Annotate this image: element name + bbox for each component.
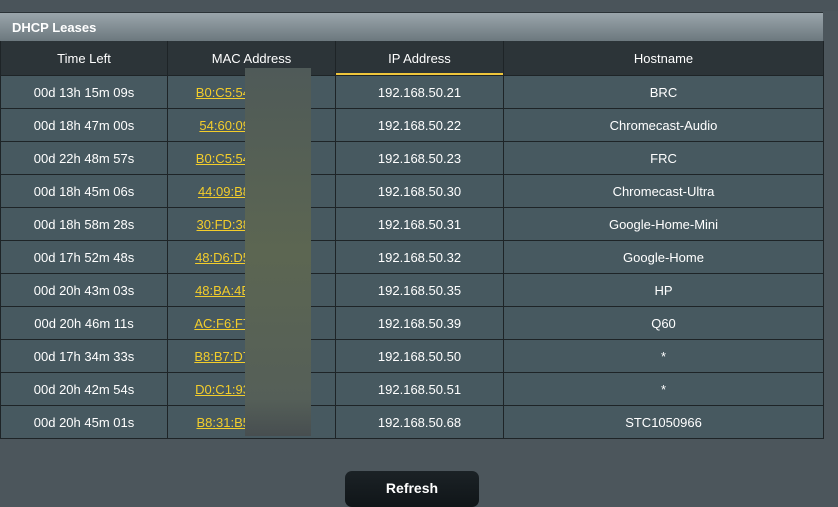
table-row: 00d 20h 42m 54s D0:C1:93 192.168.50.51 * <box>0 372 824 406</box>
time-left-cell: 00d 20h 42m 54s <box>0 372 168 406</box>
column-header-time-left[interactable]: Time Left <box>0 41 168 76</box>
hostname-cell: Q60 <box>503 306 824 340</box>
mac-address-link[interactable]: 30:FD:38 <box>168 217 250 232</box>
mac-address-link[interactable]: B0:C5:54 <box>168 85 250 100</box>
ip-address-cell: 192.168.50.50 <box>335 339 504 373</box>
time-left-cell: 00d 22h 48m 57s <box>0 141 168 175</box>
mac-address-link[interactable]: B8:31:B5 <box>168 415 251 430</box>
ip-address-cell: 192.168.50.68 <box>335 405 504 439</box>
ip-address-cell: 192.168.50.22 <box>335 108 504 142</box>
mac-address-link[interactable]: B8:B7:D7 <box>168 349 250 364</box>
table-row: 00d 13h 15m 09s B0:C5:54 192.168.50.21 B… <box>0 75 824 109</box>
mac-address-link[interactable]: 44:09:B8 <box>168 184 250 199</box>
ip-address-cell: 192.168.50.32 <box>335 240 504 274</box>
ip-address-cell: 192.168.50.30 <box>335 174 504 208</box>
ip-address-cell: 192.168.50.31 <box>335 207 504 241</box>
column-header-hostname[interactable]: Hostname <box>503 41 824 76</box>
table-row: 00d 17h 34m 33s B8:B7:D7 192.168.50.50 * <box>0 339 824 373</box>
table-row: 00d 20h 45m 01s B8:31:B5 192.168.50.68 S… <box>0 405 824 439</box>
ip-address-cell: 192.168.50.39 <box>335 306 504 340</box>
mac-address-link[interactable]: 48:D6:D5 <box>168 250 250 265</box>
mac-address-link[interactable]: B0:C5:54 <box>168 151 250 166</box>
time-left-cell: 00d 20h 46m 11s <box>0 306 168 340</box>
table-row: 00d 20h 43m 03s 48:BA:4E 192.168.50.35 H… <box>0 273 824 307</box>
column-header-ip-address[interactable]: IP Address <box>335 41 504 76</box>
redaction-blur <box>245 68 311 436</box>
panel-title: DHCP Leases <box>0 12 823 41</box>
hostname-cell: Chromecast-Audio <box>503 108 824 142</box>
table-row: 00d 18h 58m 28s 30:FD:38 192.168.50.31 G… <box>0 207 824 241</box>
time-left-cell: 00d 17h 52m 48s <box>0 240 168 274</box>
ip-address-cell: 192.168.50.23 <box>335 141 504 175</box>
refresh-button[interactable]: Refresh <box>345 471 479 507</box>
hostname-cell: BRC <box>503 75 824 109</box>
table-row: 00d 22h 48m 57s B0:C5:54 192.168.50.23 F… <box>0 141 824 175</box>
hostname-cell: Chromecast-Ultra <box>503 174 824 208</box>
hostname-cell: HP <box>503 273 824 307</box>
hostname-cell: STC1050966 <box>503 405 824 439</box>
mac-address-link[interactable]: D0:C1:93 <box>168 382 250 397</box>
mac-address-link[interactable]: 54:60:09 <box>168 118 250 133</box>
hostname-cell: FRC <box>503 141 824 175</box>
top-bar <box>0 0 838 11</box>
time-left-cell: 00d 18h 58m 28s <box>0 207 168 241</box>
hostname-cell: * <box>503 339 824 373</box>
table-row: 00d 17h 52m 48s 48:D6:D5 192.168.50.32 G… <box>0 240 824 274</box>
time-left-cell: 00d 18h 45m 06s <box>0 174 168 208</box>
time-left-cell: 00d 13h 15m 09s <box>0 75 168 109</box>
hostname-cell: Google-Home-Mini <box>503 207 824 241</box>
time-left-cell: 00d 17h 34m 33s <box>0 339 168 373</box>
mac-address-link[interactable]: 48:BA:4E <box>168 283 250 298</box>
table-row: 00d 20h 46m 11s AC:F6:F7 192.168.50.39 Q… <box>0 306 824 340</box>
ip-address-cell: 192.168.50.35 <box>335 273 504 307</box>
time-left-cell: 00d 20h 43m 03s <box>0 273 168 307</box>
table-row: 00d 18h 45m 06s 44:09:B8 192.168.50.30 C… <box>0 174 824 208</box>
ip-address-cell: 192.168.50.21 <box>335 75 504 109</box>
hostname-cell: Google-Home <box>503 240 824 274</box>
time-left-cell: 00d 20h 45m 01s <box>0 405 168 439</box>
ip-address-cell: 192.168.50.51 <box>335 372 504 406</box>
mac-address-link[interactable]: AC:F6:F7 <box>168 316 250 331</box>
time-left-cell: 00d 18h 47m 00s <box>0 108 168 142</box>
table-row: 00d 18h 47m 00s 54:60:09 192.168.50.22 C… <box>0 108 824 142</box>
hostname-cell: * <box>503 372 824 406</box>
dhcp-leases-table: Time Left MAC Address IP Address Hostnam… <box>0 41 824 439</box>
